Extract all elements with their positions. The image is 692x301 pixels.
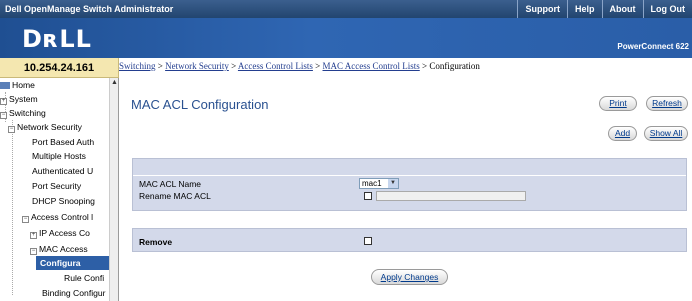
breadcrumb-switching[interactable]: Switching xyxy=(119,61,156,71)
collapse-icon[interactable]: − xyxy=(30,248,37,255)
tree-item-multiple-hosts[interactable]: Multiple Hosts xyxy=(32,149,86,163)
mac-acl-name-label: MAC ACL Name xyxy=(139,179,202,189)
app-title: Dell OpenManage Switch Administrator xyxy=(5,4,174,14)
tree-item-ip-access-control[interactable]: + IP Access Co xyxy=(30,226,90,240)
acl-form-panel: MAC ACL Name mac1 ▼ Rename MAC ACL xyxy=(132,158,687,211)
apply-changes-button[interactable]: Apply Changes xyxy=(371,269,448,285)
about-link[interactable]: About xyxy=(601,0,643,18)
tree-item-configuration[interactable]: Configura xyxy=(36,256,110,270)
tree-item-port-based-auth[interactable]: Port Based Auth xyxy=(32,135,94,149)
top-bar: Dell OpenManage Switch Administrator Sup… xyxy=(0,0,692,18)
tree-scrollbar[interactable]: ▲ xyxy=(109,78,118,301)
support-link[interactable]: Support xyxy=(517,0,567,18)
breadcrumb-network-security[interactable]: Network Security xyxy=(165,61,229,71)
tree-item-authenticated-users[interactable]: Authenticated U xyxy=(32,164,93,178)
tree-item-mac-access[interactable]: − MAC Access xyxy=(30,242,88,256)
collapse-icon[interactable]: − xyxy=(0,112,7,119)
show-all-button[interactable]: Show All xyxy=(644,126,688,141)
expand-icon[interactable]: + xyxy=(0,98,7,105)
chevron-down-icon: ▼ xyxy=(388,179,398,188)
remove-panel: Remove xyxy=(132,228,687,252)
top-links: Support Help About Log Out xyxy=(517,0,692,18)
tree-item-switching[interactable]: − Switching xyxy=(0,106,46,120)
mac-acl-name-select[interactable]: mac1 ▼ xyxy=(359,178,399,189)
folder-icon xyxy=(0,82,10,89)
tree-item-system[interactable]: + System xyxy=(0,92,38,106)
add-button[interactable]: Add xyxy=(608,126,637,141)
remove-checkbox[interactable] xyxy=(364,237,372,245)
dell-logo: DʀLL xyxy=(22,25,92,53)
rename-mac-acl-label: Rename MAC ACL xyxy=(139,191,211,201)
nav-tree: Home + System − Switching − Network Securit… xyxy=(0,78,119,301)
breadcrumb: Switching > Network Security > Access Co… xyxy=(119,58,692,78)
breadcrumb-separator: > xyxy=(231,61,237,71)
page-title: MAC ACL Configuration xyxy=(131,97,269,112)
print-button[interactable]: Print xyxy=(599,96,637,111)
refresh-button[interactable]: Refresh xyxy=(646,96,688,111)
expand-icon[interactable]: + xyxy=(30,232,37,239)
breadcrumb-mac-acl[interactable]: MAC Access Control Lists xyxy=(323,61,420,71)
tree-item-binding-configuration[interactable]: Binding Configur xyxy=(42,286,106,300)
help-link[interactable]: Help xyxy=(566,0,602,18)
rename-mac-acl-checkbox[interactable] xyxy=(364,192,372,200)
remove-label: Remove xyxy=(139,237,173,247)
tree-item-rule-configuration[interactable]: Rule Confi xyxy=(64,271,104,285)
ip-address: 10.254.24.161 xyxy=(0,58,119,78)
tree-item-port-security[interactable]: Port Security xyxy=(32,179,81,193)
main-content: MAC ACL Configuration Print Refresh Add … xyxy=(120,78,692,301)
tree-item-access-control-lists[interactable]: − Access Control l xyxy=(22,210,93,224)
breadcrumb-separator: > xyxy=(315,61,321,71)
rename-mac-acl-input[interactable] xyxy=(376,191,526,201)
scroll-up-icon[interactable]: ▲ xyxy=(110,78,118,88)
breadcrumb-separator: > xyxy=(157,61,163,71)
tree-item-home[interactable]: Home xyxy=(0,78,35,92)
logout-link[interactable]: Log Out xyxy=(642,0,692,18)
banner: DʀLL PowerConnect 622 xyxy=(0,18,692,58)
tree-item-network-security[interactable]: − Network Security xyxy=(8,120,82,134)
breadcrumb-access-control-lists[interactable]: Access Control Lists xyxy=(238,61,313,71)
model-label: PowerConnect 622 xyxy=(617,42,689,51)
breadcrumb-current: Configuration xyxy=(429,61,480,71)
collapse-icon[interactable]: − xyxy=(8,126,15,133)
collapse-icon[interactable]: − xyxy=(22,216,29,223)
tree-item-dhcp-snooping[interactable]: DHCP Snooping xyxy=(32,194,95,208)
breadcrumb-separator: > xyxy=(422,61,428,71)
